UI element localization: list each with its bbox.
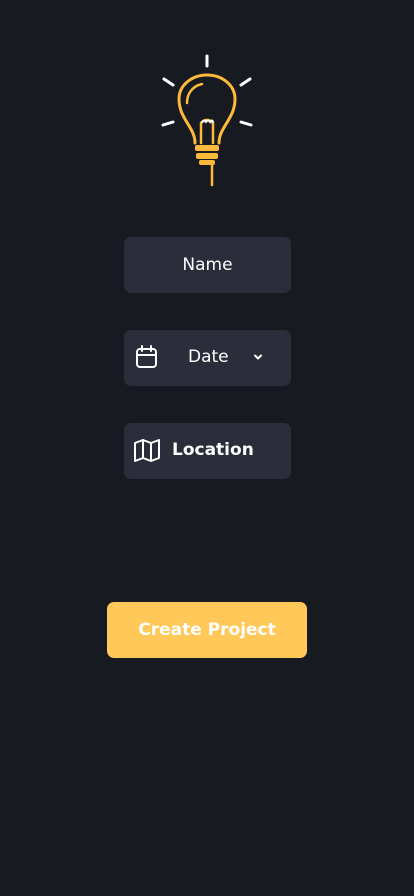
chevron-down-icon[interactable] — [252, 351, 264, 363]
map-icon — [134, 439, 160, 462]
calendar-icon — [136, 345, 157, 368]
lightbulb-icon — [161, 54, 253, 187]
date-label: Date — [188, 347, 229, 367]
name-placeholder: Name — [182, 255, 233, 275]
date-picker[interactable]: Date — [124, 330, 291, 386]
location-field[interactable]: Location — [124, 423, 291, 479]
create-project-screen: Name Date Location Create Project — [0, 0, 414, 896]
name-field[interactable]: Name — [124, 237, 291, 293]
create-project-button[interactable]: Create Project — [107, 602, 307, 658]
location-label: Location — [172, 440, 254, 460]
